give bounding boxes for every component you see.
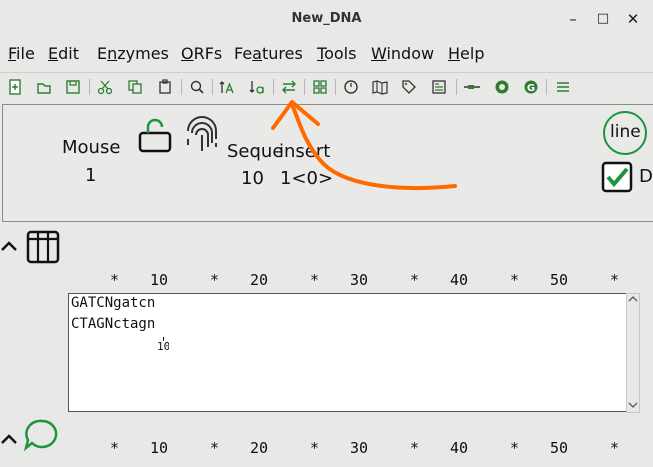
position-label: 10 xyxy=(157,340,169,353)
collapse-chevron-icon[interactable] xyxy=(0,238,18,257)
ruler-bottom: * 10 * 20 * 30 * 40 * 50 * xyxy=(110,439,620,457)
sequence-top-strand: GATCNgatcn xyxy=(71,295,156,311)
table-view-icon[interactable] xyxy=(26,230,60,268)
sequence-editor[interactable]: GATCNgatcn CTAGNctagn 10 xyxy=(68,293,628,412)
vertical-scrollbar[interactable] xyxy=(626,293,640,413)
ruler-top: * 10 * 20 * 30 * 40 * 50 * xyxy=(110,271,620,289)
sequence-bottom-strand: CTAGNctagn xyxy=(71,316,156,332)
